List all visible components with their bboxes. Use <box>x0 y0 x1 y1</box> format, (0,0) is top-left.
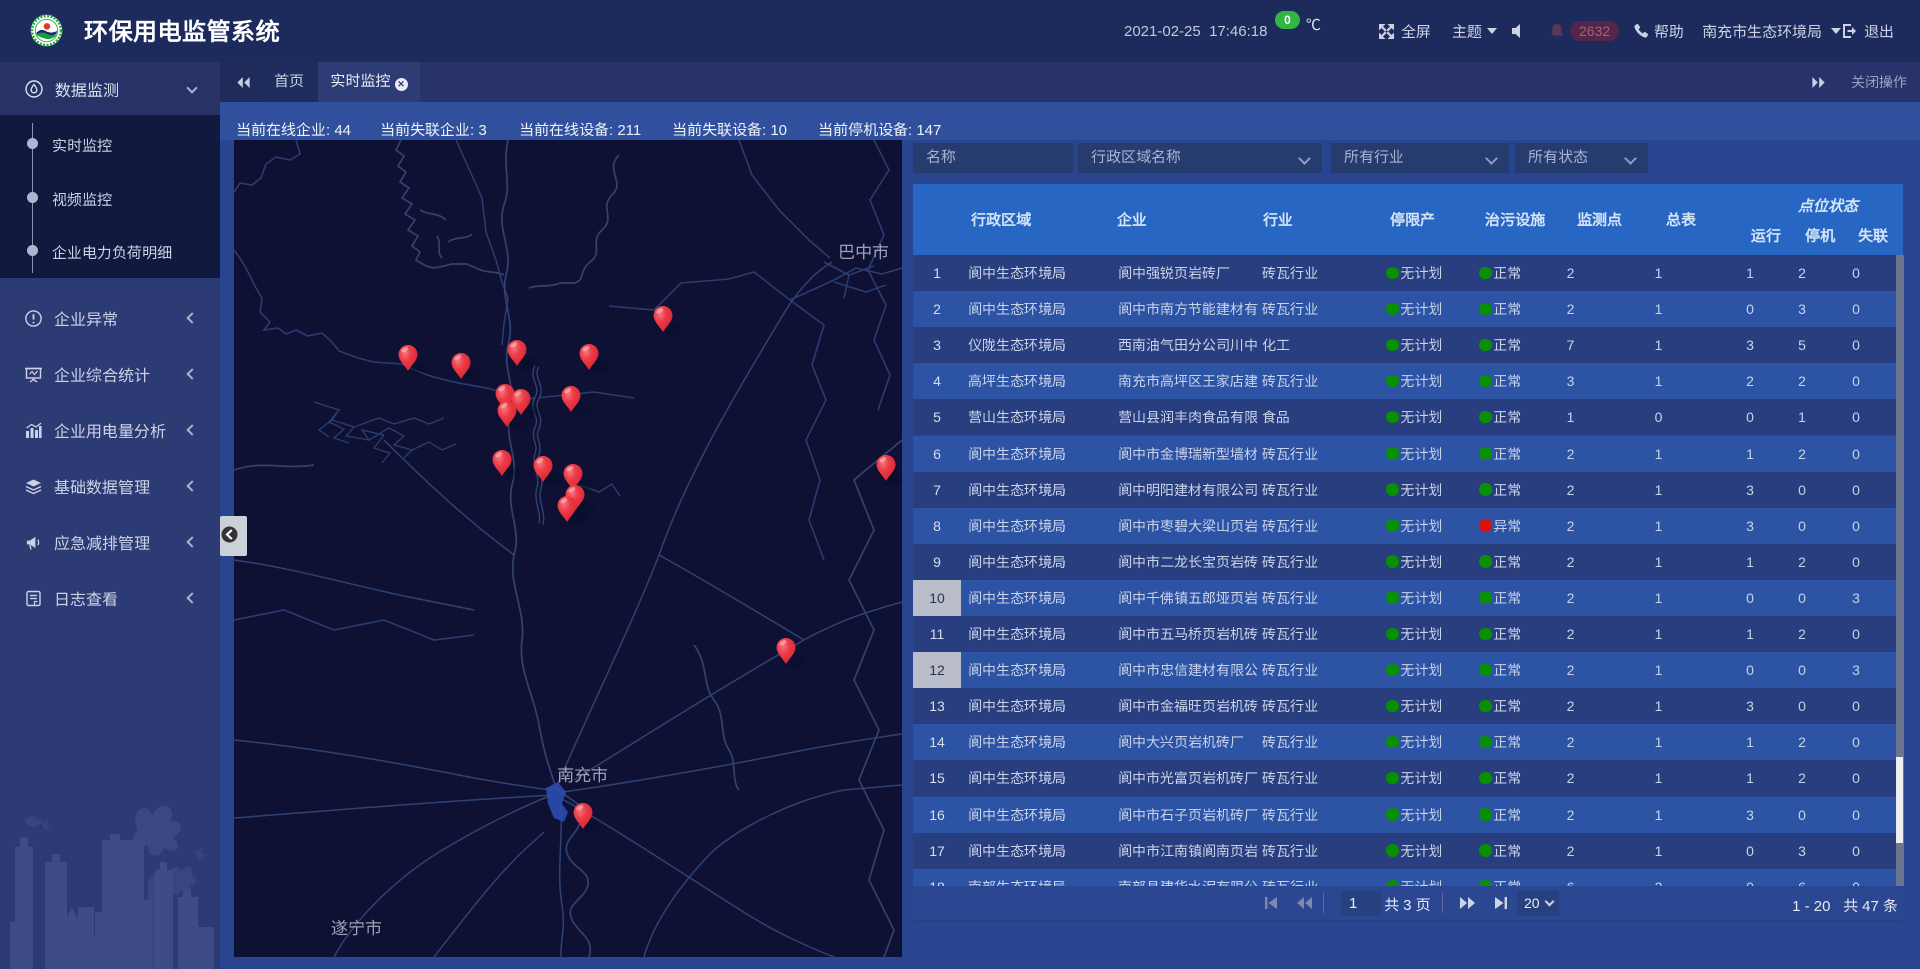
svg-text:遂宁市: 遂宁市 <box>331 919 382 938</box>
svg-text:巴中市: 巴中市 <box>838 243 889 262</box>
svg-text:南充市: 南充市 <box>557 766 608 785</box>
